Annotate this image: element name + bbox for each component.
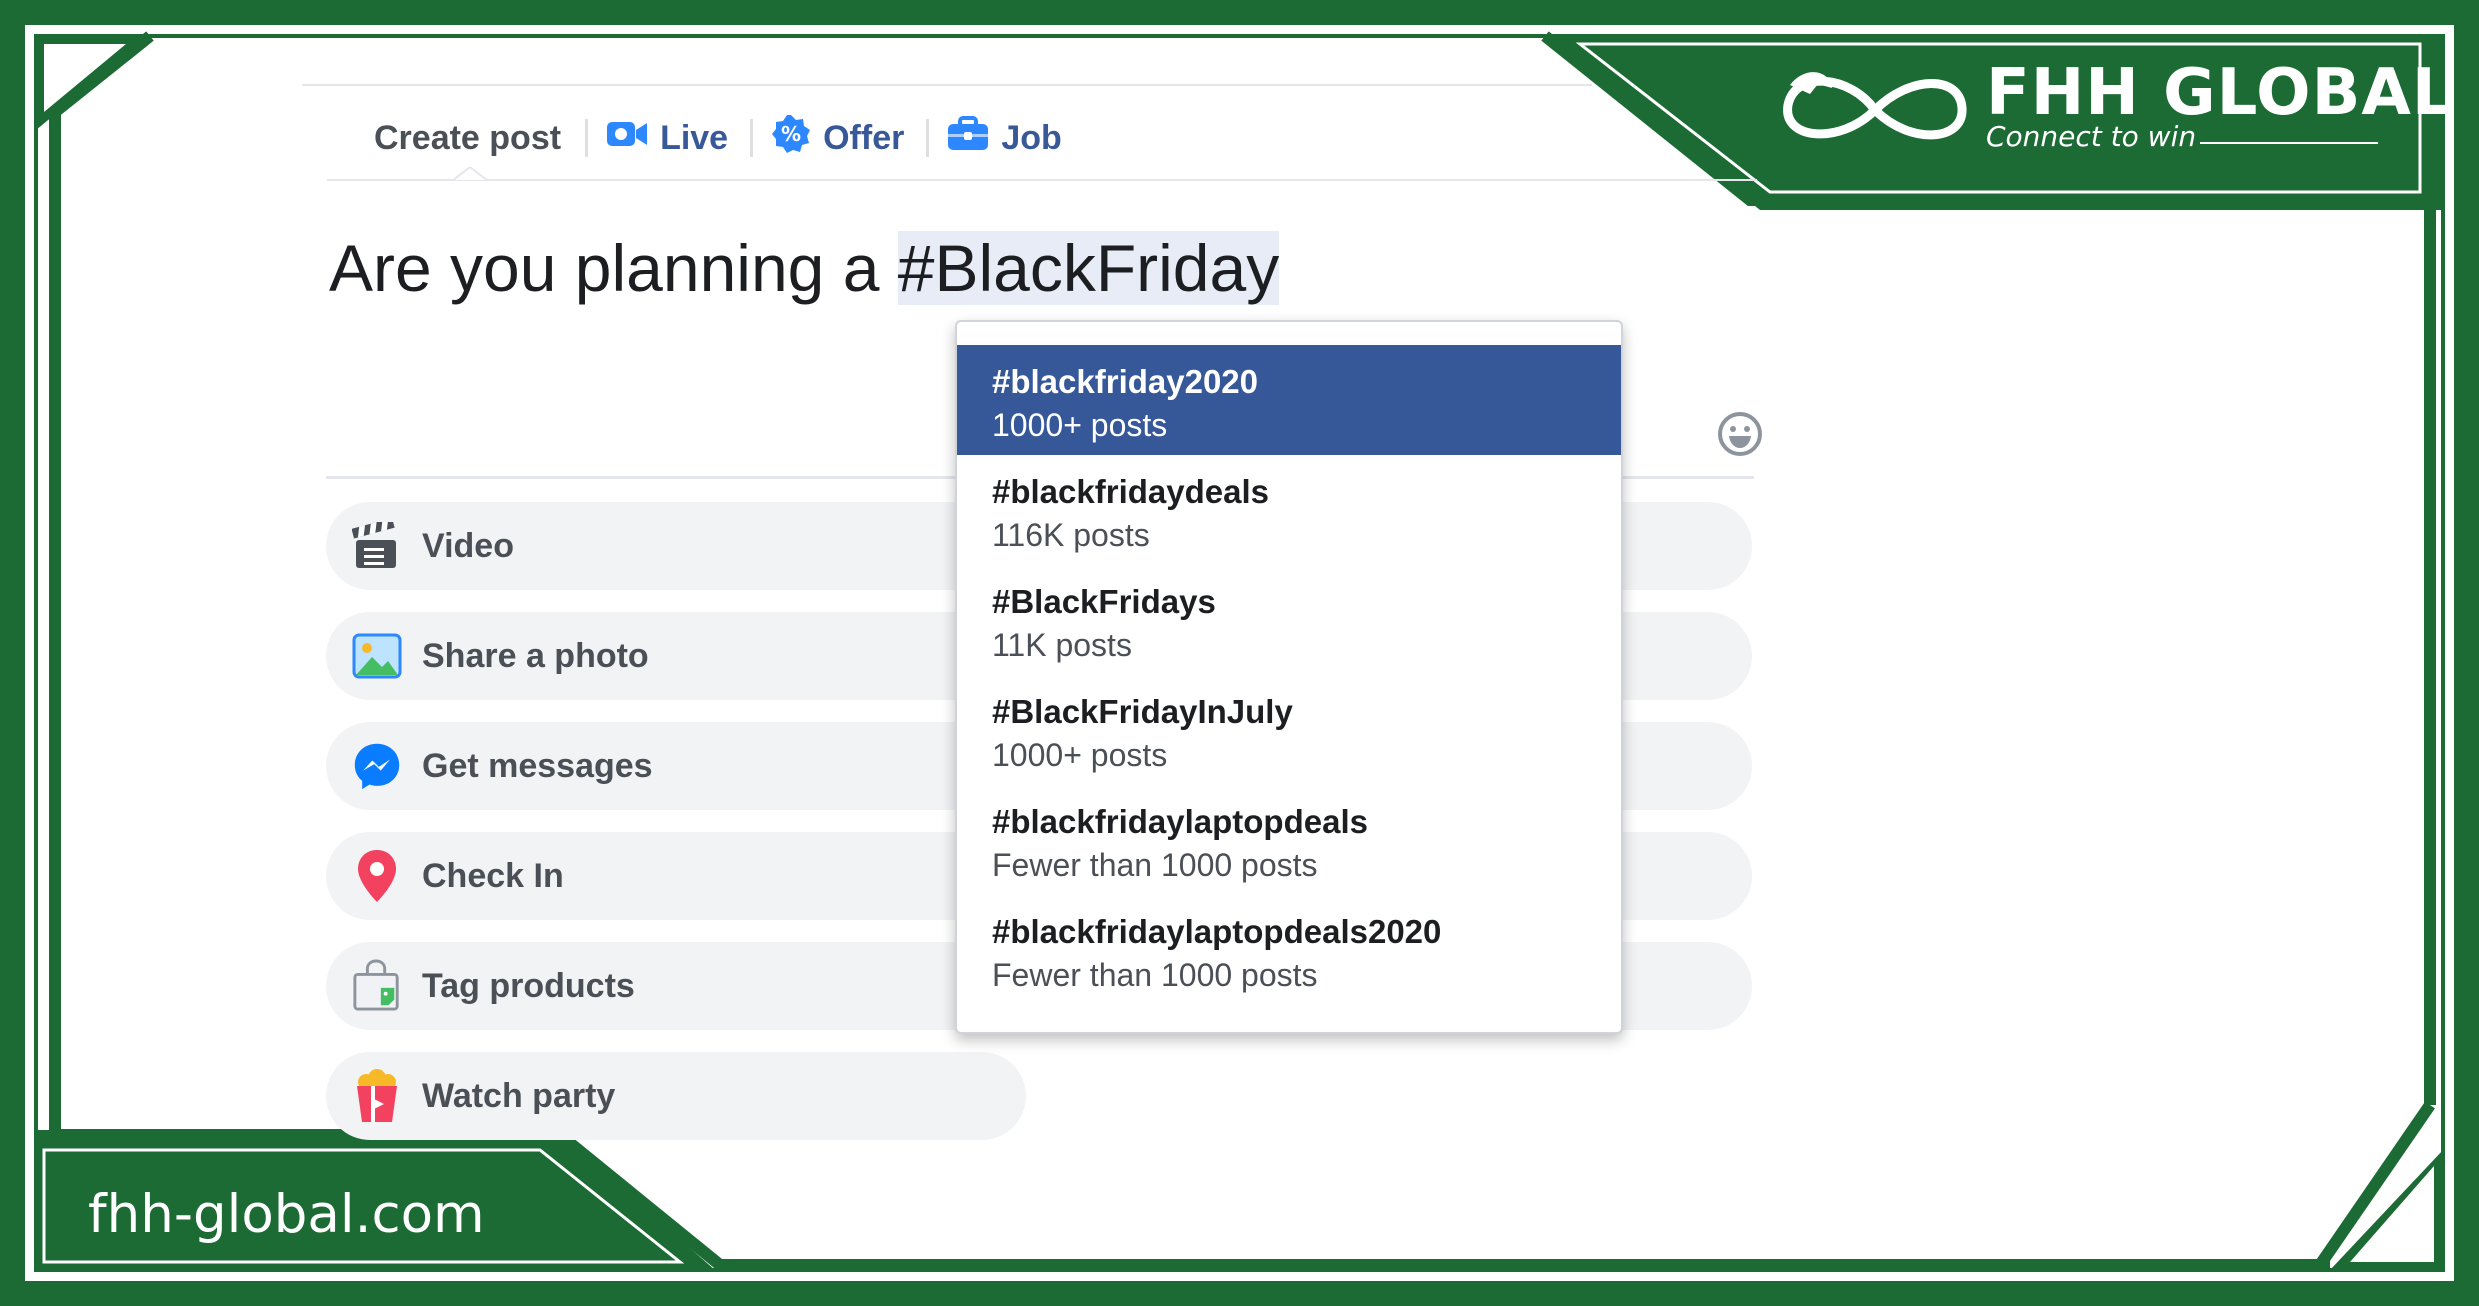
post-composer-input[interactable]: Are you planning a #BlackFriday: [329, 230, 1280, 306]
active-tab-caret: [452, 167, 488, 181]
composer-hashtag: #BlackFriday: [897, 231, 1280, 305]
suggestion-hashtag: #blackfridaylaptopdeals2020: [992, 913, 1442, 950]
tab-offer[interactable]: % Offer: [753, 114, 904, 163]
tab-bar-bottom-border: [327, 179, 1757, 181]
brand-logo-name: FHH GLOBAL: [1986, 56, 2454, 130]
action-watch-party[interactable]: Watch party: [326, 1052, 1026, 1140]
svg-text:%: %: [781, 122, 801, 146]
tab-create-post[interactable]: Create post: [327, 119, 585, 158]
suggestion-hashtag: #BlackFridayInJuly: [992, 693, 1293, 730]
action-watch-party-label: Watch party: [422, 1076, 616, 1115]
offer-badge-icon: %: [771, 114, 811, 163]
action-tag-products-label: Tag products: [422, 966, 635, 1005]
brand-website: fhh-global.com: [88, 1184, 485, 1245]
dragon-infinity-icon: [1783, 72, 1967, 140]
brand-tagline: Connect to win: [1986, 120, 2197, 153]
briefcase-icon: [947, 115, 989, 161]
suggestion-item[interactable]: #blackfridaylaptopdeals2020 Fewer than 1…: [957, 895, 1621, 1005]
action-get-messages-label: Get messages: [422, 746, 653, 785]
location-pin-icon: [352, 850, 402, 902]
tab-job-label: Job: [1001, 118, 1062, 157]
tab-job[interactable]: Job: [929, 115, 1062, 161]
tab-live-label: Live: [660, 118, 729, 157]
suggestion-post-count: 11K posts: [992, 627, 1132, 663]
suggestion-hashtag: #blackfridaydeals: [992, 473, 1269, 510]
tab-offer-label: Offer: [823, 118, 905, 157]
clapperboard-icon: [352, 521, 402, 571]
suggestion-hashtag: #blackfridaylaptopdeals: [992, 803, 1368, 840]
suggestion-item[interactable]: #BlackFridayInJuly 1000+ posts: [957, 675, 1621, 785]
suggestion-item[interactable]: #blackfriday2020 1000+ posts: [957, 345, 1621, 455]
action-video-label: Video: [422, 526, 514, 565]
tagline-rule: [2200, 142, 2378, 144]
composer-tabs: Create post Live % Offer Job: [327, 106, 1062, 170]
emoji-icon[interactable]: [1717, 411, 1763, 462]
photo-icon: [352, 631, 402, 681]
live-video-icon: [606, 118, 648, 159]
suggestion-item[interactable]: #BlackFridays 11K posts: [957, 565, 1621, 675]
suggestion-hashtag: #BlackFridays: [992, 583, 1216, 620]
action-share-photo-label: Share a photo: [422, 636, 649, 675]
composer-text: Are you planning a: [329, 231, 898, 305]
suggestion-item[interactable]: #blackfridaylaptopdeals Fewer than 1000 …: [957, 785, 1621, 895]
suggestion-post-count: 1000+ posts: [992, 407, 1168, 443]
suggestion-item[interactable]: #blackfridaydeals 116K posts: [957, 455, 1621, 565]
tab-live[interactable]: Live: [588, 118, 728, 159]
hashtag-suggestions-dropdown: #blackfriday2020 1000+ posts #blackfrida…: [955, 320, 1623, 1034]
tab-bar-top-border: [302, 84, 1592, 86]
tab-create-post-label: Create post: [374, 118, 562, 157]
suggestion-post-count: Fewer than 1000 posts: [992, 957, 1318, 993]
popcorn-icon: [352, 1069, 402, 1122]
suggestion-post-count: 1000+ posts: [992, 737, 1168, 773]
messenger-icon: [352, 741, 402, 791]
suggestion-post-count: Fewer than 1000 posts: [992, 847, 1318, 883]
action-check-in-label: Check In: [422, 856, 564, 895]
suggestion-post-count: 116K posts: [992, 517, 1150, 553]
shopping-bag-icon: [352, 959, 402, 1011]
suggestion-hashtag: #blackfriday2020: [992, 363, 1259, 400]
